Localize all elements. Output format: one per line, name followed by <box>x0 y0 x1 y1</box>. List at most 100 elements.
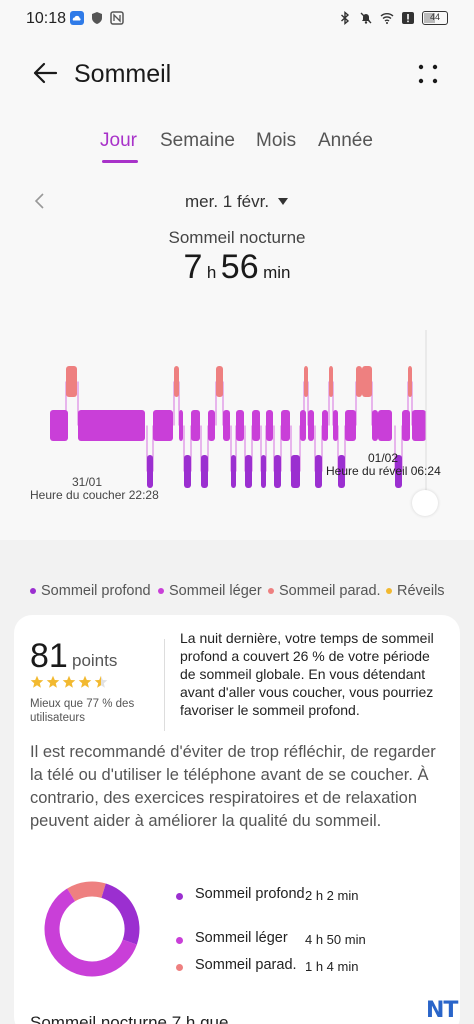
nfc-icon <box>110 11 124 25</box>
stage-name: Sommeil profond <box>195 886 305 902</box>
sleep-stage-segment <box>179 410 183 441</box>
status-left-icons <box>70 11 124 25</box>
legend-deep: Sommeil profond <box>30 583 151 599</box>
bedtime-date: 31/01 <box>72 475 103 489</box>
sleep-stage-segment <box>372 410 378 441</box>
chevron-left-icon[interactable] <box>30 190 50 212</box>
sleep-stage-segment <box>184 455 191 488</box>
battery-icon: 44 <box>422 11 448 25</box>
sleep-stage-segment <box>304 366 308 397</box>
score-value: 81 <box>30 637 68 675</box>
sleep-stage-segment <box>412 410 426 441</box>
summary-hours-unit: h <box>206 263 217 282</box>
stage-value: 4 h 50 min <box>305 932 366 947</box>
sleep-stage-segment <box>147 455 153 488</box>
legend-light: Sommeil léger <box>158 583 262 599</box>
wifi-icon <box>380 13 394 24</box>
legend-dot <box>158 588 164 594</box>
sleep-stage-segment <box>356 366 362 397</box>
watermark-logo: NT <box>426 998 458 1023</box>
status-bar: 10:18 44 <box>0 0 474 38</box>
stage-name: Sommeil parad. <box>195 957 297 973</box>
sleep-stage-segment <box>191 410 200 441</box>
sleep-stage-segment <box>78 410 145 441</box>
sleep-stage-segment <box>208 410 215 441</box>
stage-dot <box>176 937 183 944</box>
sleep-stage-segment <box>329 366 333 397</box>
stage-value: 2 h 2 min <box>305 888 359 903</box>
tab-annee[interactable]: Année <box>318 130 373 152</box>
sleep-stage-segment <box>174 366 179 397</box>
summary-duration: 7 h 56 min <box>0 248 474 287</box>
sleep-stage-segment <box>308 410 314 441</box>
star-icon <box>62 675 76 688</box>
legend-dot <box>268 588 274 594</box>
score-divider <box>164 639 165 731</box>
sleep-stage-segment <box>378 410 392 441</box>
tab-active-indicator <box>102 160 138 163</box>
summary-minutes: 56 <box>220 248 259 286</box>
sleep-stage-segment <box>66 366 77 397</box>
sleep-stage-segment <box>201 455 208 488</box>
sleep-stage-segment <box>315 455 322 488</box>
legend-label: Sommeil léger <box>169 583 262 599</box>
caret-down-icon[interactable] <box>278 198 288 205</box>
bluetooth-icon <box>341 11 350 25</box>
sleep-stage-donut-chart <box>44 881 140 977</box>
back-arrow-icon[interactable] <box>30 58 60 88</box>
status-time: 10:18 <box>26 10 67 27</box>
section-heading-partial: Sommeil nocturne 7 h que <box>30 1013 229 1024</box>
bedtime-label: Heure du coucher 22:28 <box>30 488 159 502</box>
stage-dot <box>176 893 183 900</box>
date-navigator: mer. 1 févr. <box>0 188 474 218</box>
stage-dot <box>176 964 183 971</box>
sleep-stage-segment <box>231 455 236 488</box>
sleep-stage-segment <box>345 410 356 441</box>
status-right-icons: 44 <box>338 11 448 25</box>
tab-mois[interactable]: Mois <box>256 130 296 152</box>
sleep-stage-segment <box>216 366 223 397</box>
legend-label: Réveils <box>397 583 445 599</box>
sleep-stage-segment <box>333 410 338 441</box>
sleep-stage-segment <box>252 410 260 441</box>
summary-title: Sommeil nocturne <box>168 228 306 247</box>
battery-level: 44 <box>429 12 440 22</box>
legend-awake: Réveils <box>386 583 445 599</box>
star-icon <box>94 675 108 688</box>
summary-minutes-unit: min <box>263 263 291 282</box>
legend-label: Sommeil profond <box>41 583 151 599</box>
summary-hours: 7 <box>183 248 203 286</box>
sleep-stage-segment <box>223 410 230 441</box>
legend-dot <box>30 588 36 594</box>
tab-semaine[interactable]: Semaine <box>160 130 235 152</box>
legend-label: Sommeil parad. <box>279 583 381 599</box>
more-dots-icon[interactable] <box>416 62 440 86</box>
star-icon <box>78 675 92 688</box>
sleep-stage-segment <box>274 455 281 488</box>
muted-bell-icon <box>360 12 372 24</box>
score-message: La nuit dernière, votre temps de sommeil… <box>180 630 434 718</box>
sleep-stage-segment <box>50 410 68 441</box>
sleep-stage-segment <box>291 455 300 488</box>
timeline-scrub-handle[interactable] <box>412 490 438 516</box>
sleep-stage-segment <box>245 455 252 488</box>
tab-jour[interactable]: Jour <box>100 130 137 152</box>
sleep-stage-segment <box>322 410 328 441</box>
stage-name: Sommeil léger <box>195 930 288 946</box>
star-icon <box>30 675 44 688</box>
stage-row-light: Sommeil léger 4 h 50 min <box>176 929 366 947</box>
sleep-stage-segment <box>266 410 273 441</box>
period-tabs: Jour Semaine Mois Année <box>0 130 474 170</box>
sleep-stage-segment <box>261 455 266 488</box>
chart-legend: Sommeil profond Sommeil léger Sommeil pa… <box>0 583 474 605</box>
sleep-stage-segment <box>408 366 412 397</box>
stage-row-rem: Sommeil parad. 1 h 4 min <box>176 956 358 974</box>
stage-row-deep: Sommeil profond 2 h 2 min <box>176 885 358 903</box>
date-selector[interactable]: mer. 1 févr. <box>185 192 269 212</box>
wake-label: Heure du réveil 06:24 <box>326 464 441 478</box>
page-title: Sommeil <box>74 60 172 88</box>
sleep-stage-segment <box>281 410 290 441</box>
score-unit: points <box>72 651 118 670</box>
donut-slice <box>67 881 106 902</box>
sleep-stage-segment <box>300 410 306 441</box>
